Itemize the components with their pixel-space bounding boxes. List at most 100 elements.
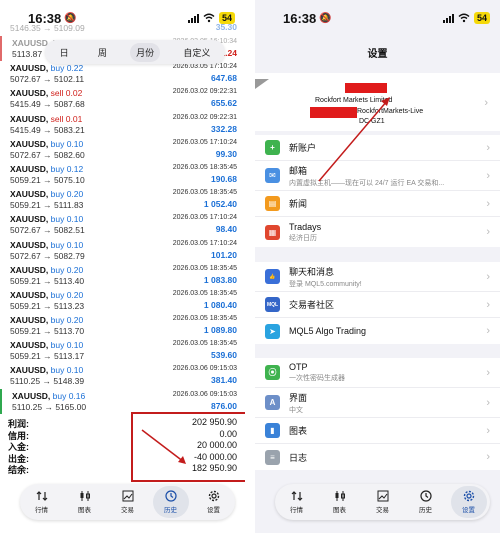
table-row[interactable]: XAUUSD, buy 0.10 2026.03.05 17:10:24 5072.… bbox=[0, 238, 245, 263]
news-book-icon: ▤ bbox=[265, 196, 280, 211]
annotation-arrow bbox=[141, 429, 186, 464]
table-row[interactable]: XAUUSD, buy 0.10 2026.03.05 17:10:24 5072.… bbox=[0, 212, 245, 237]
deal-profit: 1 089.80 bbox=[203, 325, 237, 336]
deal-symbol: XAUUSD, buy 0.10 bbox=[10, 139, 83, 149]
settings-group-community: 👍 聊天和消息 登录 MQL5.community! › MQL 交易者社区 › ➤ MQL5 … bbox=[255, 262, 500, 344]
list-item[interactable]: 5146.35 → 5109.09 35.30 bbox=[0, 20, 245, 36]
deal-direction: sell 0.02 bbox=[50, 88, 83, 99]
table-row[interactable]: XAUUSD, buy 0.20 2026.03.05 18:35:45 5059.… bbox=[0, 288, 245, 313]
tab-label: 行情 bbox=[290, 507, 303, 514]
deal-direction: buy 0.10 bbox=[50, 214, 84, 225]
table-row[interactable]: XAUUSD, buy 0.16 2026.03.06 09:15:03 5110.… bbox=[0, 388, 245, 414]
tab-history-clock[interactable]: 历史 bbox=[152, 486, 189, 518]
settings-item[interactable]: ≡ 日志 › bbox=[255, 444, 500, 470]
deal-direction: buy 0.16 bbox=[52, 390, 86, 401]
tradays-calendar-icon: ▦ bbox=[265, 224, 280, 240]
settings-item-text: 新闻 bbox=[289, 197, 307, 210]
deal-symbol: XAUUSD, buy 0.12 bbox=[10, 164, 83, 174]
chevron-right-icon: › bbox=[486, 425, 490, 437]
settings-item[interactable]: ▤ 新闻 › bbox=[255, 191, 500, 217]
deal-date: 2026.03.05 18:35:45 bbox=[172, 264, 237, 272]
settings-item-subtitle: 经济日历 bbox=[289, 234, 317, 242]
chevron-right-icon: › bbox=[486, 226, 490, 238]
table-row[interactable]: XAUUSD, buy 0.10 2026.03.05 17:10:24 5072.… bbox=[0, 137, 245, 162]
settings-item[interactable]: MQL 交易者社区 › bbox=[255, 292, 500, 318]
period-tab-1[interactable]: 周 bbox=[92, 43, 113, 62]
deal-direction: buy 0.20 bbox=[50, 315, 84, 326]
deal-profit: 99.30 bbox=[215, 148, 237, 159]
table-row[interactable]: XAUUSD, buy 0.10 2026.03.05 18:35:45 5059.… bbox=[0, 338, 245, 363]
tab-sort-arrows[interactable]: 行情 bbox=[279, 486, 315, 518]
deals-list: 5146.35 → 5109.09 35.30 XAUUSD, buy 0.01… bbox=[0, 20, 245, 414]
settings-item[interactable]: ⦿ OTP 一次性密码生成器 › bbox=[255, 358, 500, 388]
deal-symbol-text: XAUUSD, bbox=[10, 365, 49, 376]
deal-date: 2026.03.02 09:22:31 bbox=[172, 113, 237, 121]
deal-symbol-text: XAUUSD, bbox=[10, 189, 49, 200]
table-row[interactable]: XAUUSD, buy 0.22 2026.03.05 17:10:24 5072.… bbox=[0, 61, 245, 86]
table-row[interactable]: XAUUSD, buy 0.12 2026.03.05 18:35:45 5059.… bbox=[0, 162, 245, 187]
battery-indicator: 54 bbox=[473, 12, 490, 24]
status-time: 16:38 bbox=[283, 10, 317, 26]
chevron-right-icon: › bbox=[486, 271, 490, 283]
history-clock-icon bbox=[419, 490, 432, 502]
deal-symbol-text: XAUUSD, bbox=[10, 88, 49, 99]
tab-gear[interactable]: 设置 bbox=[450, 486, 487, 518]
deal-prices: 5059.21 → 5075.10 bbox=[10, 174, 85, 185]
settings-item[interactable]: A 界面 中文 › bbox=[255, 388, 500, 418]
deal-profit: 1 083.80 bbox=[203, 274, 237, 285]
deal-profit: 876.00 bbox=[211, 400, 237, 411]
period-tab-0[interactable]: 日 bbox=[54, 43, 75, 62]
tab-gear[interactable]: 设置 bbox=[196, 486, 232, 518]
tab-sort-arrows[interactable]: 行情 bbox=[24, 486, 60, 518]
settings-screen: 16:38 🔕 54 设置 Rockfort Markets Limited R… bbox=[255, 0, 500, 533]
settings-item[interactable]: ▦ Tradays 经济日历 › bbox=[255, 217, 500, 247]
deal-profit: 35.30 bbox=[215, 22, 237, 32]
chevron-right-icon: › bbox=[486, 397, 490, 409]
deal-prices: 5059.21 → 5111.83 bbox=[10, 200, 84, 211]
settings-item-label: 交易者社区 bbox=[289, 300, 335, 310]
table-row[interactable]: XAUUSD, sell 0.01 2026.03.02 09:22:31 5415… bbox=[0, 112, 245, 137]
tab-candlestick[interactable]: 图表 bbox=[67, 486, 103, 518]
deal-direction: buy 0.10 bbox=[50, 365, 84, 376]
trade-chart-icon bbox=[377, 490, 388, 502]
chevron-right-icon: › bbox=[486, 142, 490, 154]
tab-trade-chart[interactable]: 交易 bbox=[365, 486, 401, 518]
tab-history-clock[interactable]: 历史 bbox=[408, 486, 444, 518]
history-screen: 16:38 🔕 54 5146.35 → 5109.09 35.30 XAUUS… bbox=[0, 0, 245, 533]
deal-date: 2026.03.05 18:35:45 bbox=[172, 163, 237, 171]
period-tab-2[interactable]: 月份 bbox=[130, 42, 161, 62]
deal-symbol: XAUUSD, sell 0.01 bbox=[10, 114, 82, 124]
deal-prices: 5072.67 → 5082.51 bbox=[10, 225, 85, 236]
settings-item-subtitle: 中文 bbox=[289, 406, 303, 414]
bottom-tab-bar: 行情 图表 交易 历史 设置 bbox=[20, 484, 235, 520]
tab-trade-chart[interactable]: 交易 bbox=[110, 486, 146, 518]
table-row[interactable]: XAUUSD, buy 0.10 2026.03.06 09:15:03 5110.… bbox=[0, 363, 245, 388]
table-row[interactable]: XAUUSD, buy 0.20 2026.03.05 18:35:45 5059.… bbox=[0, 313, 245, 338]
table-row[interactable]: XAUUSD, buy 0.20 2026.03.05 18:35:45 5059.… bbox=[0, 187, 245, 212]
settings-item-text: MQL5 Algo Trading bbox=[289, 326, 366, 336]
settings-item[interactable]: 👍 聊天和消息 登录 MQL5.community! › bbox=[255, 262, 500, 292]
tab-label: 交易 bbox=[376, 507, 389, 514]
tab-label: 历史 bbox=[419, 507, 432, 514]
deal-symbol-text: XAUUSD, bbox=[10, 315, 49, 326]
tab-candlestick[interactable]: 图表 bbox=[322, 486, 358, 518]
sort-arrows-icon bbox=[36, 491, 47, 501]
table-row[interactable]: XAUUSD, buy 0.20 2026.03.05 18:35:45 5059.… bbox=[0, 263, 245, 288]
period-tab-3[interactable]: 自定义 bbox=[177, 43, 216, 62]
deal-date: 2026.03.05 18:35:45 bbox=[172, 315, 237, 323]
settings-item[interactable]: ▮ 图表 › bbox=[255, 418, 500, 444]
chevron-right-icon: › bbox=[486, 170, 490, 182]
chevron-right-icon: › bbox=[486, 299, 490, 311]
deal-direction: buy 0.20 bbox=[50, 289, 84, 300]
table-row[interactable]: XAUUSD, sell 0.02 2026.03.02 09:22:31 5415… bbox=[0, 86, 245, 111]
settings-item-label: Tradays bbox=[289, 221, 322, 232]
deal-direction: buy 0.20 bbox=[50, 189, 84, 200]
telegram-icon: ➤ bbox=[265, 323, 280, 339]
deal-prices: 5415.49 → 5087.68 bbox=[10, 99, 85, 110]
deal-symbol-text: XAUUSD, bbox=[10, 113, 49, 124]
settings-item[interactable]: ➤ MQL5 Algo Trading › bbox=[255, 318, 500, 344]
tab-label: 历史 bbox=[164, 507, 177, 514]
mail-icon: ✉ bbox=[265, 168, 280, 183]
settings-item-text: Tradays 经济日历 bbox=[289, 222, 321, 243]
sort-arrows-icon bbox=[291, 491, 302, 501]
